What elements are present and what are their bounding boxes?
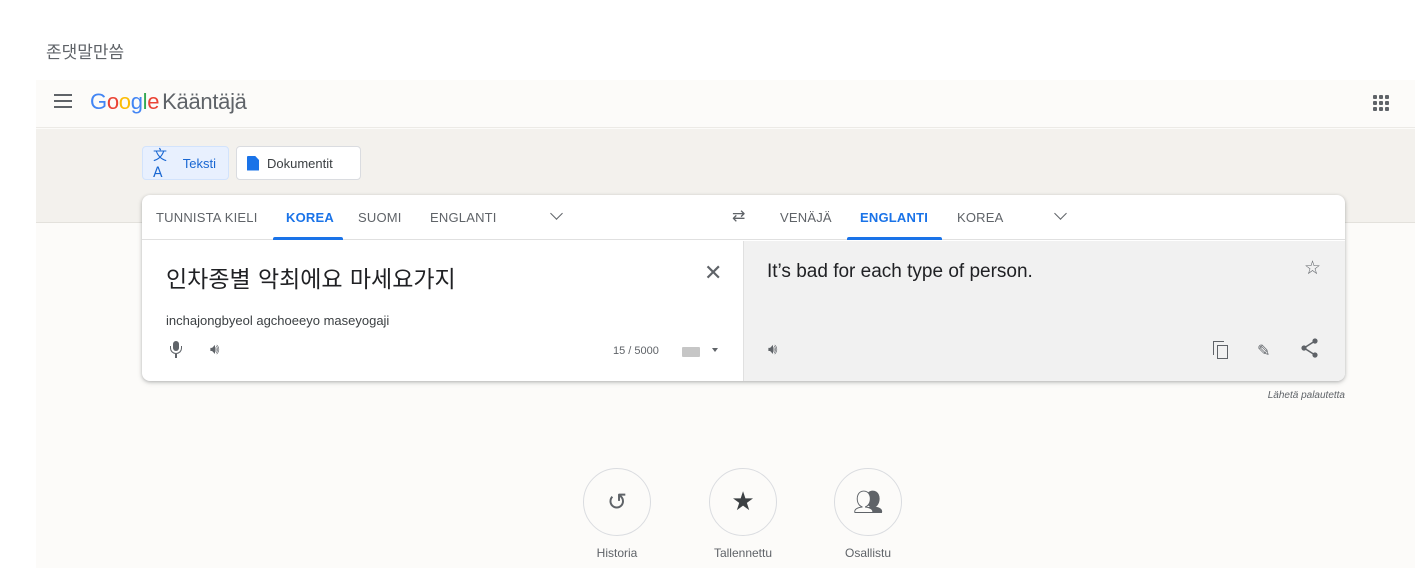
source-lang-englanti[interactable]: ENGLANTI [430,210,497,225]
source-more-languages-chevron-down-icon[interactable] [550,207,563,220]
saved-label: Tallennettu [713,546,773,560]
history-icon: ↺ [583,468,651,536]
app-header: Google Kääntäjä [36,80,1415,128]
source-listen-speaker-icon[interactable]: 🔊︎ [210,340,219,358]
target-lang-englanti[interactable]: ENGLANTI [860,210,928,225]
apps-grid-icon[interactable] [1373,95,1389,111]
source-lang-suomi[interactable]: SUOMI [358,210,402,225]
translate-app: Google Kääntäjä 文A Teksti Dokumentit TUNN… [36,80,1415,568]
post-title: 존댓말만씀 [46,43,125,63]
product-name: Kääntäjä [162,89,247,114]
saved-button[interactable]: ★ Tallennettu [703,468,783,560]
document-icon [247,155,259,171]
logo-letter: o [106,89,119,114]
source-panel: 인차종별 악최에요 마세요가지 ✕ inchajongbyeol agchoee… [142,241,743,381]
source-active-underline [273,237,343,240]
translation-card: TUNNISTA KIELI KOREA SUOMI ENGLANTI ⇄ VE… [142,195,1345,381]
character-count: 15 / 5000 [613,345,659,357]
source-transliteration: inchajongbyeol agchoeeyo maseyogaji [166,313,390,328]
translated-text: It’s bad for each type of person. [767,261,1033,282]
edit-translation-pencil-icon[interactable]: ✎ [1257,341,1270,360]
save-translation-star-icon[interactable]: ☆ [1304,257,1321,279]
translate-icon: 文A [153,148,167,181]
target-panel: It’s bad for each type of person. ☆ 🔊︎ ✎ [743,241,1345,381]
text-mode-label: Teksti [182,155,216,171]
keyboard-icon[interactable] [682,347,700,357]
saved-star-icon: ★ [709,468,777,536]
target-lang-venaja[interactable]: VENÄJÄ [780,210,832,225]
contribute-button[interactable]: 👥︎ Osallistu [828,468,908,560]
history-label: Historia [596,546,638,560]
contribute-label: Osallistu [844,546,891,560]
copy-translation-icon[interactable] [1213,341,1229,359]
source-lang-detect[interactable]: TUNNISTA KIELI [156,210,258,225]
hamburger-menu-icon[interactable] [54,94,72,108]
target-lang-korea[interactable]: KOREA [957,210,1004,225]
swap-languages-icon[interactable]: ⇄ [732,206,745,226]
microphone-icon[interactable] [170,341,182,359]
logo-letter: G [90,89,107,114]
send-feedback-link[interactable]: Lähetä palautetta [1268,390,1345,401]
logo-letter: g [130,89,143,114]
target-active-underline [847,237,942,240]
text-mode-button[interactable]: 文A Teksti [142,146,229,181]
clear-source-close-icon[interactable]: ✕ [704,261,722,286]
source-text-input[interactable]: 인차종별 악최에요 마세요가지 [166,260,456,294]
contribute-people-icon: 👥︎ [834,468,902,536]
logo-letter: e [147,89,160,114]
google-translate-logo[interactable]: Google Kääntäjä [90,89,247,115]
keyboard-menu-caret-icon[interactable] [712,348,718,352]
target-more-languages-chevron-down-icon[interactable] [1054,207,1067,220]
documents-mode-button[interactable]: Dokumentit [236,146,361,180]
share-icon[interactable] [1300,337,1320,359]
target-listen-speaker-icon[interactable]: 🔊︎ [768,340,777,358]
source-lang-korea[interactable]: KOREA [286,210,334,225]
language-bar: TUNNISTA KIELI KOREA SUOMI ENGLANTI ⇄ VE… [142,195,1345,240]
documents-mode-label: Dokumentit [267,155,333,171]
logo-letter: o [118,89,131,114]
history-button[interactable]: ↺ Historia [577,468,657,560]
